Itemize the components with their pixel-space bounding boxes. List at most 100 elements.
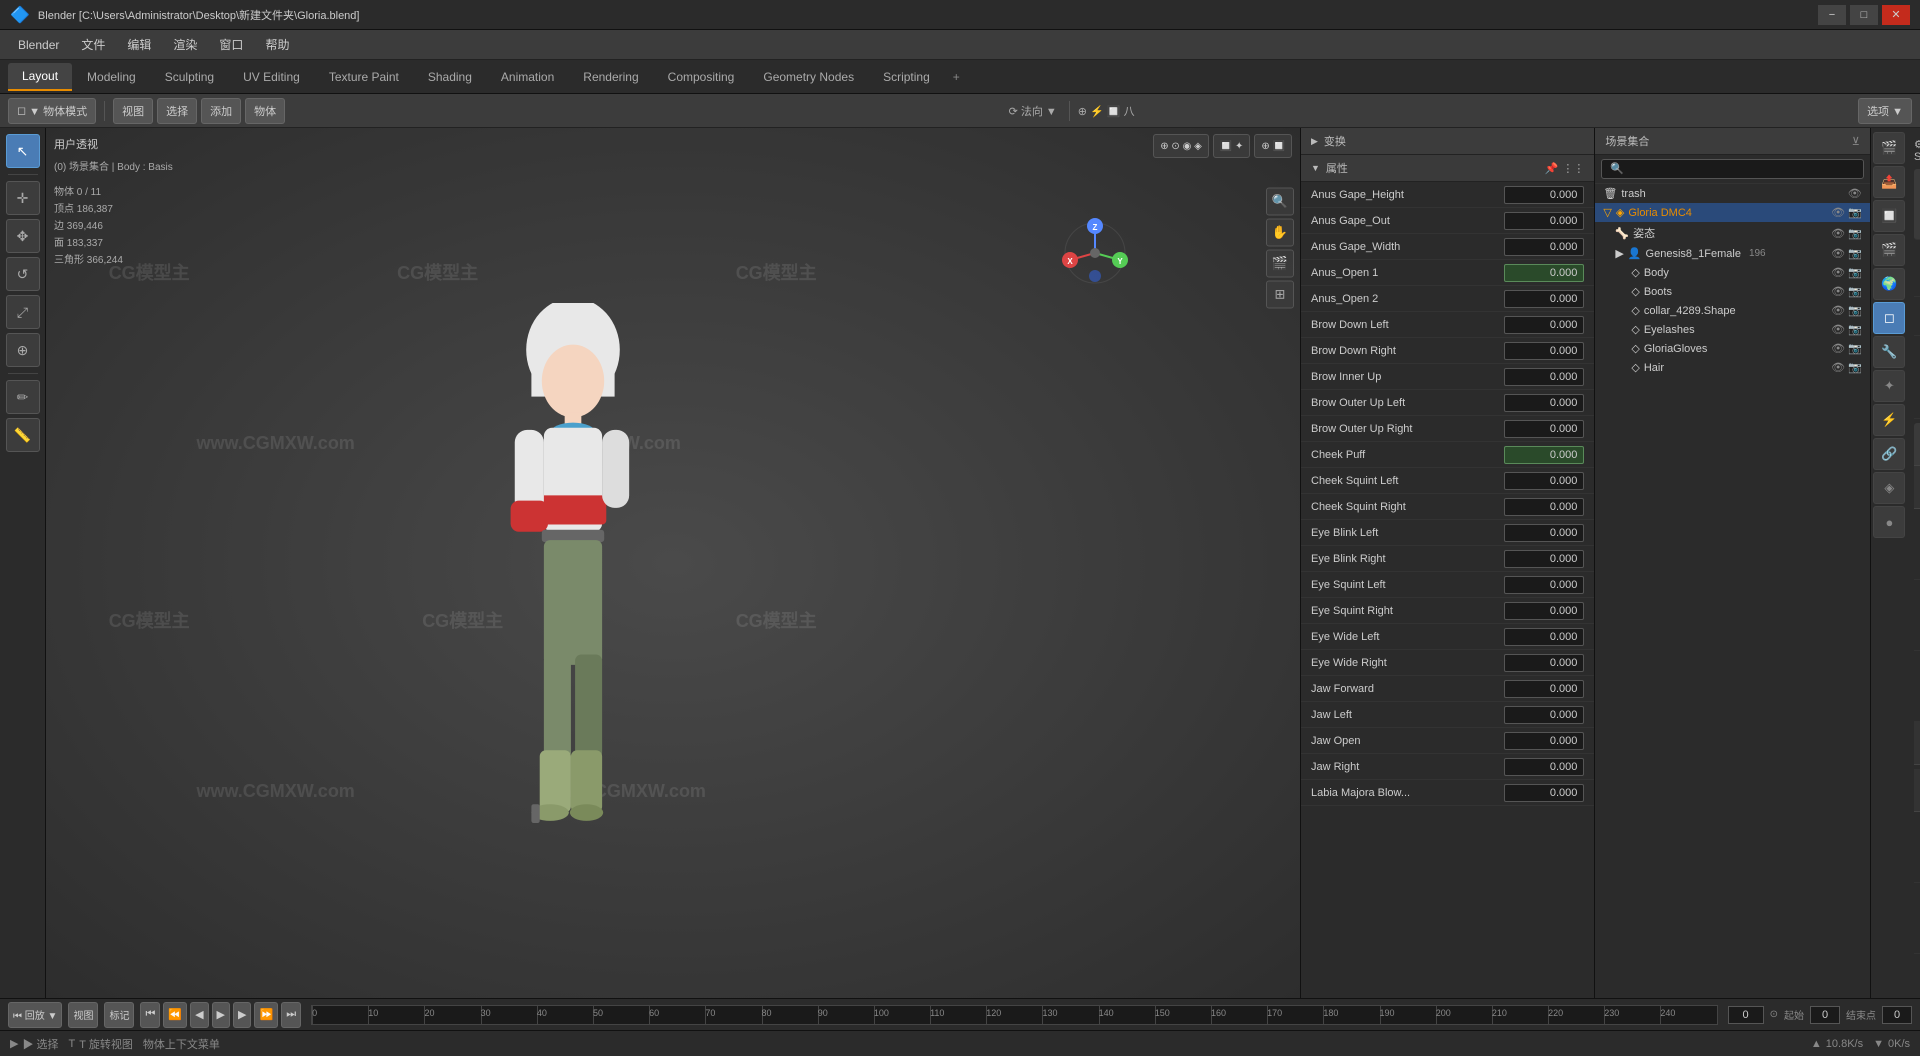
menu-edit[interactable]: 编辑 <box>117 32 161 57</box>
menu-window[interactable]: 窗口 <box>209 32 253 57</box>
shape-key-row[interactable]: Cheek Puff0.000 <box>1301 442 1594 468</box>
shape-key-value[interactable]: 0.000 <box>1504 394 1584 412</box>
outliner-item-trash[interactable]: 🗑 trash 👁 <box>1595 184 1869 203</box>
render-subheader[interactable]: ▼ 渲染 ⋮⋮ <box>1914 769 1920 812</box>
tab-layout[interactable]: Layout <box>8 63 72 91</box>
camera-icon-pose[interactable]: 📷 <box>1848 227 1862 240</box>
eye-icon-boots[interactable]: 👁 <box>1831 285 1845 298</box>
props-tab-material[interactable]: ● <box>1873 506 1905 538</box>
measure-tool[interactable]: 📏 <box>6 418 40 452</box>
transform-tool[interactable]: ⊕ <box>6 333 40 367</box>
shape-key-row[interactable]: Jaw Forward0.000 <box>1301 676 1594 702</box>
shape-key-row[interactable]: Eye Wide Left0.000 <box>1301 624 1594 650</box>
shape-key-row[interactable]: Brow Outer Up Left0.000 <box>1301 390 1594 416</box>
outliner-item-gloves[interactable]: ◇ GloriaGloves 👁 📷 <box>1595 339 1869 358</box>
vp-zoom-in[interactable]: 🔍 <box>1266 188 1294 216</box>
select-menu[interactable]: 选择 <box>157 98 197 124</box>
shape-key-value[interactable]: 0.000 <box>1504 550 1584 568</box>
shape-key-value[interactable]: 0.000 <box>1504 524 1584 542</box>
props-tab-particles[interactable]: ✦ <box>1873 370 1905 402</box>
viewport-subheader[interactable]: ▼ 视图 ⋮⋮ <box>1914 466 1920 509</box>
shape-key-row[interactable]: Eye Squint Left0.000 <box>1301 572 1594 598</box>
props-tab-render[interactable]: 🎬 <box>1873 132 1905 164</box>
scale-tool[interactable]: ⤢ <box>6 295 40 329</box>
eye-icon-gloves[interactable]: 👁 <box>1831 342 1845 355</box>
outliner-item-gloria[interactable]: ▽ ◈ Gloria DMC4 👁 📷 <box>1595 203 1869 222</box>
tab-animation[interactable]: Animation <box>487 64 568 90</box>
outliner-item-collar[interactable]: ◇ collar_4289.Shape 👁 📷 <box>1595 301 1869 320</box>
pin-icon[interactable]: 📌 <box>1545 162 1559 175</box>
shape-key-row[interactable]: Cheek Squint Right0.000 <box>1301 494 1594 520</box>
tab-add-button[interactable]: + <box>945 66 968 88</box>
camera-icon-body[interactable]: 📷 <box>1848 266 1862 279</box>
props-tab-constraints[interactable]: 🔗 <box>1873 438 1905 470</box>
outliner-item-hair[interactable]: ◇ Hair 👁 📷 <box>1595 358 1869 377</box>
shape-key-row[interactable]: Anus Gape_Width0.000 <box>1301 234 1594 260</box>
camera-icon-gloves[interactable]: 📷 <box>1848 342 1862 355</box>
maximize-button[interactable]: □ <box>1850 5 1878 25</box>
tab-compositing[interactable]: Compositing <box>654 64 749 90</box>
vp-hand[interactable]: ✋ <box>1266 219 1294 247</box>
shape-key-row[interactable]: Eye Blink Left0.000 <box>1301 520 1594 546</box>
shape-key-value[interactable]: 0.000 <box>1504 784 1584 802</box>
move-tool[interactable]: ✥ <box>6 219 40 253</box>
rotate-tool[interactable]: ↺ <box>6 257 40 291</box>
tab-modeling[interactable]: Modeling <box>73 64 150 90</box>
camera-icon-eyelashes[interactable]: 📷 <box>1848 323 1862 336</box>
props-tab-output[interactable]: 📤 <box>1873 166 1905 198</box>
viewport-gizmo-button[interactable]: ⊕ 🔲 <box>1254 134 1292 158</box>
menu-file[interactable]: 文件 <box>71 32 115 57</box>
tab-rendering[interactable]: Rendering <box>569 64 652 90</box>
shape-key-row[interactable]: Jaw Open0.000 <box>1301 728 1594 754</box>
shape-key-row[interactable]: Brow Down Left0.000 <box>1301 312 1594 338</box>
viewport[interactable]: CG模型主 CG模型主 CG模型主 www.CGMXW.com www.CGMX… <box>46 128 1300 998</box>
object-menu[interactable]: 物体 <box>245 98 285 124</box>
shape-key-row[interactable]: Anus_Open 20.000 <box>1301 286 1594 312</box>
props-tab-world[interactable]: 🌍 <box>1873 268 1905 300</box>
props-tab-modifier[interactable]: 🔧 <box>1873 336 1905 368</box>
shape-key-row[interactable]: Jaw Right0.000 <box>1301 754 1594 780</box>
select-tool[interactable]: ↖ <box>6 134 40 168</box>
eye-icon-trash[interactable]: 👁 <box>1848 187 1862 200</box>
shape-key-value[interactable]: 0.000 <box>1504 368 1584 386</box>
shape-key-row[interactable]: Eye Squint Right0.000 <box>1301 598 1594 624</box>
timeline-ruler[interactable]: 0102030405060708090100110120130140150160… <box>311 1005 1718 1025</box>
outliner-item-eyelashes[interactable]: ◇ Eyelashes 👁 📷 <box>1595 320 1869 339</box>
props-tab-view-layer[interactable]: 🔲 <box>1873 200 1905 232</box>
timeline-start[interactable]: 0 <box>1810 1006 1840 1024</box>
menu-blender[interactable]: Blender <box>8 34 69 56</box>
outliner-item-genesis[interactable]: ▶ 👤 Genesis8_1Female 196 👁 📷 <box>1595 244 1869 263</box>
view-timeline-button[interactable]: 视图 <box>68 1002 98 1028</box>
filter-icon[interactable]: ⊻ <box>1852 135 1860 148</box>
props-tab-data[interactable]: ◈ <box>1873 472 1905 504</box>
tab-shading[interactable]: Shading <box>414 64 486 90</box>
shape-key-value[interactable]: 0.000 <box>1504 342 1584 360</box>
next-key[interactable]: ▶ <box>233 1002 251 1028</box>
shape-key-value[interactable]: 0.000 <box>1504 602 1584 620</box>
shape-key-row[interactable]: Anus_Open 10.000 <box>1301 260 1594 286</box>
options-button[interactable]: 选项 ▼ <box>1858 98 1912 124</box>
prev-frame[interactable]: ⏪ <box>163 1002 187 1028</box>
outliner-item-body[interactable]: ◇ Body 👁 📷 <box>1595 263 1869 282</box>
shape-key-row[interactable]: Brow Down Right0.000 <box>1301 338 1594 364</box>
next-frame[interactable]: ⏩ <box>254 1002 278 1028</box>
shape-key-row[interactable]: Eye Blink Right0.000 <box>1301 546 1594 572</box>
shape-key-value[interactable]: 0.000 <box>1504 472 1584 490</box>
props-tab-physics[interactable]: ⚡ <box>1873 404 1905 436</box>
eye-icon-collar[interactable]: 👁 <box>1831 304 1845 317</box>
tab-geometry-nodes[interactable]: Geometry Nodes <box>749 64 868 90</box>
shape-key-row[interactable]: Brow Inner Up0.000 <box>1301 364 1594 390</box>
menu-help[interactable]: 帮助 <box>255 32 299 57</box>
camera-icon-genesis[interactable]: 📷 <box>1848 247 1862 260</box>
jump-start[interactable]: ⏮ <box>140 1002 160 1028</box>
shape-key-value[interactable]: 0.000 <box>1504 212 1584 230</box>
shape-key-value[interactable]: 0.000 <box>1504 706 1584 724</box>
shape-key-value[interactable]: 0.000 <box>1504 186 1584 204</box>
outliner-item-pose[interactable]: 🦴 姿态 👁 📷 <box>1595 222 1869 244</box>
props-tab-object[interactable]: ◻ <box>1873 302 1905 334</box>
annotate-tool[interactable]: ✏ <box>6 380 40 414</box>
shape-key-row[interactable]: Anus Gape_Out0.000 <box>1301 208 1594 234</box>
playback-menu[interactable]: ⏮ 回放 ▼ <box>8 1002 62 1028</box>
eye-icon-eyelashes[interactable]: 👁 <box>1831 323 1845 336</box>
mode-selector[interactable]: ◻ ▼ 物体模式 <box>8 98 96 124</box>
